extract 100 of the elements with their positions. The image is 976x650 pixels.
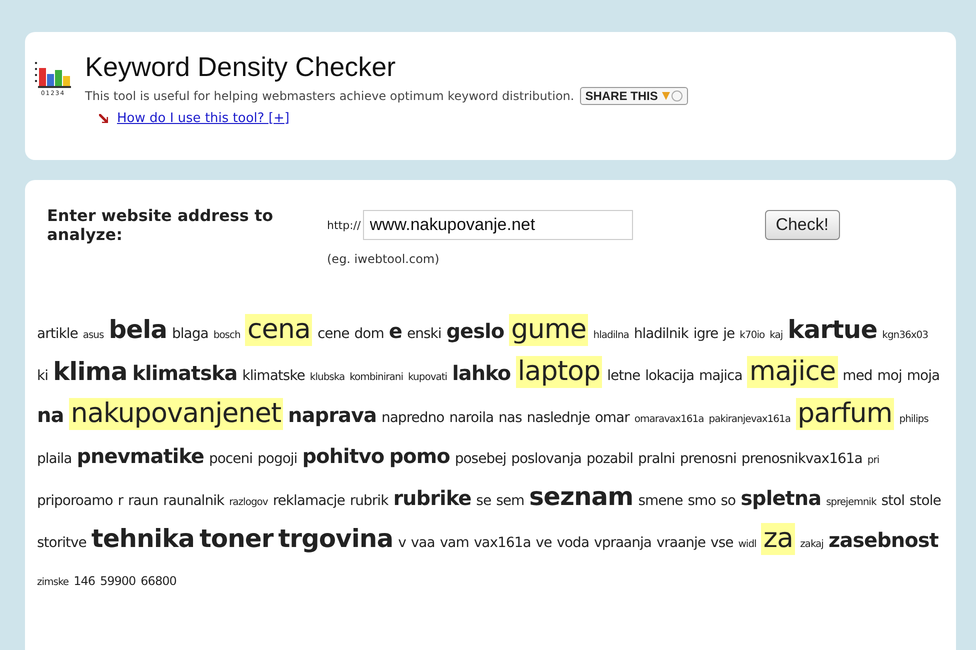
keyword-tag[interactable]: prenosni <box>680 443 736 475</box>
keyword-tag[interactable]: zasebnost <box>828 524 938 556</box>
keyword-tag[interactable]: raunalnik <box>163 485 224 517</box>
keyword-tag[interactable]: bosch <box>213 320 240 352</box>
keyword-tag[interactable]: stol <box>881 485 904 517</box>
keyword-tag[interactable]: voda <box>556 527 590 559</box>
keyword-tag[interactable]: je <box>723 318 735 350</box>
keyword-tag[interactable]: pri <box>867 445 880 477</box>
keyword-tag[interactable]: kartue <box>788 314 878 346</box>
keyword-tag[interactable]: za <box>761 523 796 555</box>
keyword-tag[interactable]: rubrike <box>393 482 472 514</box>
keyword-tag[interactable]: pralni <box>638 443 675 475</box>
keyword-tag[interactable]: lokacija <box>645 360 694 392</box>
keyword-tag[interactable]: majice <box>747 356 838 388</box>
url-input-field[interactable]: www.nakupovanje.net <box>362 210 633 240</box>
keyword-tag[interactable]: cena <box>245 314 312 346</box>
keyword-tag[interactable]: sprejemnik <box>826 487 876 519</box>
keyword-tag[interactable]: posebej <box>454 443 506 475</box>
keyword-tag[interactable]: napredno <box>381 402 444 434</box>
keyword-tag[interactable]: prenosnikvax161a <box>741 443 862 475</box>
keyword-tag[interactable]: omar <box>594 402 630 434</box>
keyword-tag[interactable]: geslo <box>446 315 504 347</box>
keyword-tag[interactable]: asus <box>82 320 104 352</box>
keyword-tag[interactable]: vax161a <box>474 527 531 559</box>
keyword-tag[interactable]: bela <box>108 314 168 346</box>
keyword-tag[interactable]: nas <box>498 402 522 434</box>
keyword-tag[interactable]: naslednje <box>526 402 590 434</box>
keyword-tag[interactable]: e <box>388 315 402 347</box>
keyword-tag[interactable]: razlogov <box>229 487 268 519</box>
keyword-tag[interactable]: kombinirani <box>350 362 404 394</box>
keyword-tag[interactable]: omaravax161a <box>634 404 704 436</box>
keyword-tag[interactable]: pohitvo <box>302 440 384 472</box>
keyword-tag[interactable]: hladilnik <box>634 318 688 350</box>
keyword-tag[interactable]: poslovanja <box>511 443 582 475</box>
keyword-tag[interactable]: v <box>398 527 406 559</box>
keyword-tag[interactable]: r <box>118 485 124 517</box>
keyword-tag[interactable]: majica <box>699 360 742 392</box>
keyword-tag[interactable]: blaga <box>172 318 208 350</box>
keyword-tag[interactable]: ki <box>37 360 48 392</box>
keyword-tag[interactable]: poceni <box>208 443 252 475</box>
keyword-tag[interactable]: 66800 <box>140 565 176 597</box>
keyword-tag[interactable]: na <box>37 399 64 431</box>
keyword-tag[interactable]: vse <box>710 527 734 559</box>
keyword-tag[interactable]: storitve <box>37 527 86 559</box>
keyword-tag[interactable]: so <box>720 485 736 517</box>
keyword-tag[interactable]: k70io <box>740 320 765 352</box>
keyword-tag[interactable]: priporoamo <box>37 485 113 517</box>
keyword-tag[interactable]: nakupovanjenet <box>68 398 284 430</box>
keyword-tag[interactable]: gume <box>509 314 588 346</box>
keyword-tag[interactable]: pnevmatike <box>76 440 204 472</box>
keyword-tag[interactable]: vpraanja <box>594 527 652 559</box>
check-button[interactable]: Check! <box>764 210 840 240</box>
keyword-tag[interactable]: kupovati <box>408 362 448 394</box>
keyword-tag[interactable]: igre <box>693 318 718 350</box>
keyword-tag[interactable]: ve <box>536 527 552 559</box>
keyword-tag[interactable]: stole <box>910 485 941 517</box>
keyword-tag[interactable]: 146 <box>74 565 95 597</box>
share-button[interactable]: SHARE THIS <box>580 87 688 105</box>
keyword-tag[interactable]: klimatske <box>242 360 305 392</box>
keyword-tag[interactable]: smo <box>688 485 716 517</box>
keyword-tag[interactable]: 59900 <box>100 565 136 597</box>
keyword-tag[interactable]: laptop <box>516 356 602 388</box>
keyword-tag[interactable]: dom <box>354 318 384 350</box>
keyword-tag[interactable]: kaj <box>770 320 783 352</box>
keyword-tag[interactable]: vaa <box>410 527 435 559</box>
keyword-tag[interactable]: kgn36x03 <box>882 320 928 352</box>
keyword-tag[interactable]: seznam <box>529 481 634 513</box>
keyword-tag[interactable]: klimatska <box>132 357 238 389</box>
keyword-tag[interactable]: letne <box>607 360 640 392</box>
keyword-tag[interactable]: cene <box>317 318 350 350</box>
keyword-tag[interactable]: philips <box>899 404 928 436</box>
keyword-tag[interactable]: naprava <box>288 399 376 431</box>
keyword-tag[interactable]: raun <box>128 485 158 517</box>
keyword-tag[interactable]: plaila <box>37 443 72 475</box>
keyword-tag[interactable]: moj <box>877 360 902 392</box>
keyword-tag[interactable]: tehnika <box>91 523 194 555</box>
keyword-tag[interactable]: rubrik <box>350 485 388 517</box>
keyword-tag[interactable]: lahko <box>452 357 511 389</box>
keyword-tag[interactable]: artikle <box>37 318 78 350</box>
keyword-tag[interactable]: toner <box>199 523 274 555</box>
keyword-tag[interactable]: klima <box>53 356 128 388</box>
keyword-tag[interactable]: sem <box>496 485 524 517</box>
keyword-tag[interactable]: moja <box>906 360 940 392</box>
keyword-tag[interactable]: pomo <box>389 440 450 472</box>
keyword-tag[interactable]: se <box>476 485 492 517</box>
help-link[interactable]: How do I use this tool? [+] <box>117 111 290 126</box>
keyword-tag[interactable]: pogoji <box>258 443 298 475</box>
keyword-tag[interactable]: hladilna <box>593 320 629 352</box>
keyword-tag[interactable]: zakaj <box>800 529 824 561</box>
keyword-tag[interactable]: enski <box>406 318 442 350</box>
keyword-tag[interactable]: reklamacje <box>272 485 345 517</box>
keyword-tag[interactable]: zimske <box>37 567 69 599</box>
keyword-tag[interactable]: pozabil <box>586 443 634 475</box>
keyword-tag[interactable]: parfum <box>796 398 894 430</box>
keyword-tag[interactable]: smene <box>638 485 683 517</box>
keyword-tag[interactable]: trgovina <box>278 523 394 555</box>
keyword-tag[interactable]: vam <box>440 527 469 559</box>
keyword-tag[interactable]: spletna <box>740 482 822 514</box>
keyword-tag[interactable]: klubska <box>310 362 345 394</box>
keyword-tag[interactable]: med <box>842 360 872 392</box>
